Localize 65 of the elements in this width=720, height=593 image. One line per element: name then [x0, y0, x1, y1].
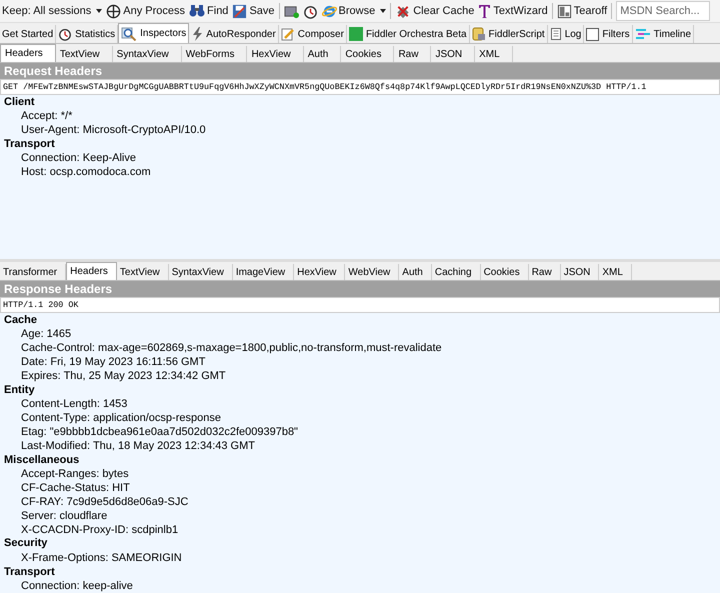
- group-title: Entity: [3, 382, 36, 398]
- header-line: Expires: Thu, 25 May 2023 12:34:42 GMT: [20, 368, 227, 383]
- header-line: User-Agent: Microsoft-CryptoAPI/10.0: [20, 123, 207, 138]
- tab[interactable]: Filters: [584, 25, 633, 43]
- header-line: Last-Modified: Thu, 18 May 2023 12:34:43 GMT: [20, 438, 256, 453]
- header-line: Accept: */*: [20, 109, 74, 124]
- header-line: CF-Cache-Status: HIT: [20, 480, 131, 495]
- globe-icon: [322, 4, 337, 18]
- header-line: Age: 1465: [20, 327, 72, 342]
- toolbar-button[interactable]: Tearoff: [554, 1, 610, 21]
- header-line: CF-RAY: 7c9d9e5d6d8e06a9-SJC: [20, 494, 190, 509]
- header-line: Connection: Keep-Alive: [20, 151, 137, 166]
- tab[interactable]: JSON: [560, 264, 600, 280]
- group-title: Transport: [3, 137, 56, 152]
- timeline-icon: [634, 28, 651, 40]
- header-line: Etag: "e9bbbb1dcbea961e0aa7d502d032c2fe009397b8": [20, 424, 299, 439]
- save-icon: [232, 4, 248, 18]
- header-line: Content-Type: application/ocsp-response: [20, 411, 222, 425]
- search-field[interactable]: MSDN Search...: [616, 1, 710, 21]
- stopwatch-icon: [58, 27, 72, 41]
- toolbar-button[interactable]: Keep: All sessions: [0, 1, 104, 21]
- checkbox-icon: [586, 28, 600, 40]
- tab[interactable]: Headers: [66, 262, 117, 280]
- group-title: Transport: [3, 564, 56, 579]
- toolbar-button[interactable]: Save: [230, 1, 277, 21]
- scroll-icon: [472, 27, 486, 41]
- tab[interactable]: Transformer: [0, 264, 66, 280]
- magnifier-icon: [121, 26, 138, 40]
- tab[interactable]: WebView: [345, 264, 400, 280]
- toolbar-button[interactable]: Find: [187, 1, 230, 21]
- section-header: Request Headers: [0, 63, 720, 79]
- toolbar-button[interactable]: Clear Cache: [393, 1, 476, 21]
- header-line: X-Frame-Options: SAMEORIGIN: [20, 550, 183, 565]
- tab[interactable]: Composer: [278, 25, 347, 43]
- pencil-note-icon: [280, 27, 295, 41]
- tab[interactable]: FiddlerScript: [470, 25, 548, 43]
- tab[interactable]: Inspectors: [118, 23, 190, 43]
- toolbar-button[interactable]: Browse: [320, 1, 388, 21]
- group-title: Security: [3, 536, 48, 551]
- document-icon: [550, 27, 562, 41]
- crosshair-icon: [106, 4, 122, 18]
- eraser-icon: [395, 4, 412, 18]
- window-icon: [556, 4, 572, 18]
- header-line: Connection: keep-alive: [20, 578, 134, 593]
- tab[interactable]: Auth: [399, 264, 432, 280]
- group-title: Miscellaneous: [3, 452, 80, 468]
- header-line: X-CCACDN-Proxy-ID: scdpinlb1: [20, 522, 180, 536]
- header-line: Date: Fri, 19 May 2023 16:11:56 GMT: [20, 355, 206, 369]
- tab[interactable]: Headers: [0, 44, 56, 62]
- header-line: Content-Length: 1453: [20, 397, 128, 412]
- section-header: Response Headers: [0, 281, 720, 297]
- binoculars-icon: [189, 4, 206, 18]
- toolbar-button[interactable]: TextWizard: [476, 1, 550, 21]
- letter-t-icon: [478, 4, 492, 18]
- group-title: Client: [3, 95, 36, 110]
- group-title: Cache: [3, 313, 38, 328]
- tab[interactable]: Get Started: [0, 25, 56, 43]
- header-line: Server: cloudflare: [20, 508, 108, 523]
- header-line: Host: ocsp.comodoca.com: [20, 165, 152, 180]
- tab[interactable]: Fiddler Orchestra Beta: [346, 25, 470, 43]
- lightning-icon: [191, 27, 204, 41]
- toolbar-button[interactable]: Any Process: [104, 1, 188, 21]
- header-line: Accept-Ranges: bytes: [20, 467, 130, 481]
- tab[interactable]: Statistics: [56, 25, 118, 43]
- header-line: Cache-Control: max-age=602869,s-maxage=1800,public,no-transform,must-revalidate: [20, 341, 443, 356]
